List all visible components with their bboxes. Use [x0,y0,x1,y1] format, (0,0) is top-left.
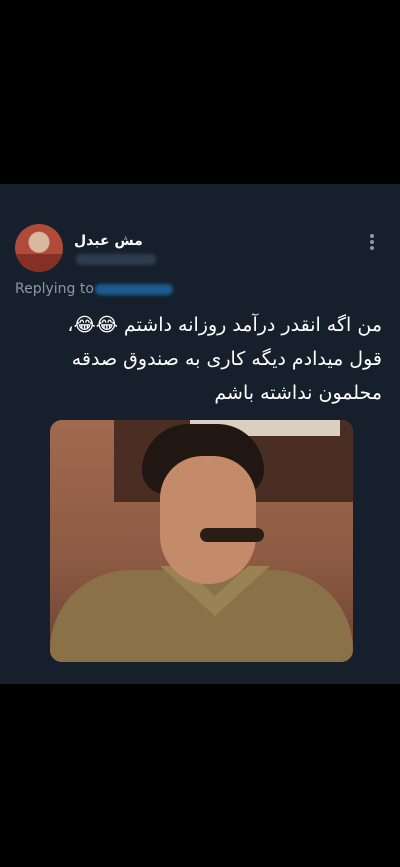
author-display-name[interactable]: مش عبدل [74,232,164,250]
more-dot [370,240,374,244]
media-person-moustache [200,528,264,542]
tweet-text-line: من اگه انقدر درآمد روزانه داشتم 😂😂، [67,314,382,336]
author-avatar[interactable] [15,224,63,272]
tweet-media-image[interactable] [50,420,353,662]
tweet-text: من اگه انقدر درآمد روزانه داشتم 😂😂، قول … [52,308,382,410]
author-handle-blurred [76,254,156,265]
avatar-shade [15,254,63,272]
tweet-text-line: محلمون نداشته باشم [214,382,382,404]
more-dot [370,246,374,250]
replying-to-label: Replying to [15,281,94,297]
tweet-text-line: قول میدادم دیگه کاری به صندوق صدقه [71,348,382,370]
media-person-face [160,456,256,584]
tweet-card[interactable]: مش عبدل Replying to من اگه انقدر درآمد ر… [0,184,400,684]
replying-to-handle-blurred[interactable] [95,284,173,295]
more-options-icon[interactable] [366,232,378,254]
more-dot [370,234,374,238]
